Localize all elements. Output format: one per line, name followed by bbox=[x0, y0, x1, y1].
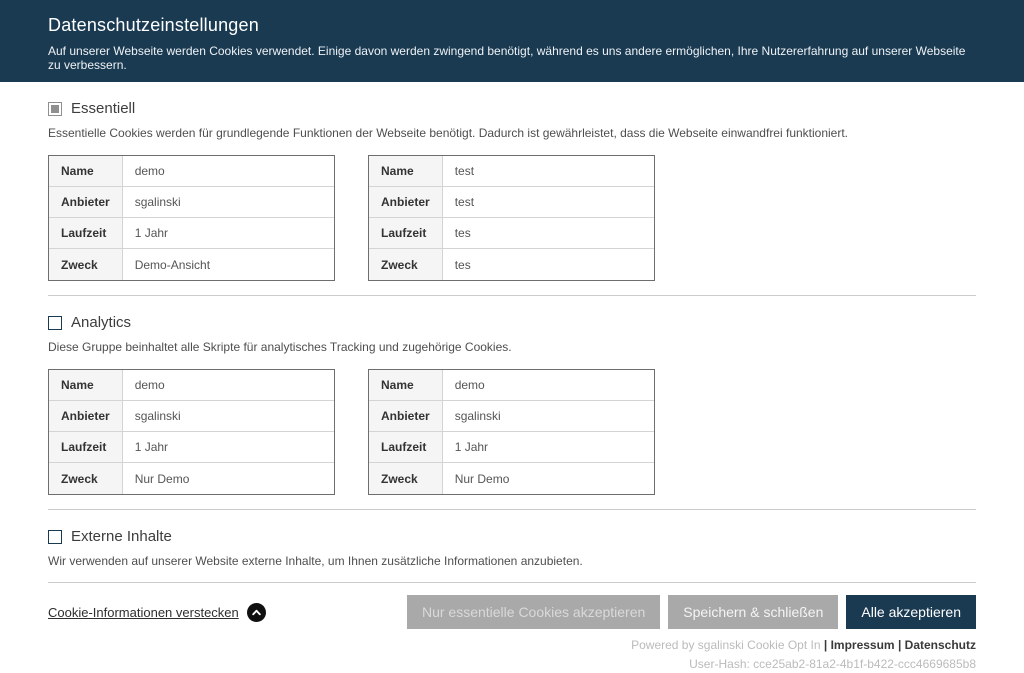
external-content-checkbox[interactable] bbox=[48, 530, 62, 544]
table-value-cell: demo bbox=[123, 156, 334, 187]
actions-row: Cookie-Informationen verstecken Nur esse… bbox=[48, 595, 976, 629]
section-analytics-label: Analytics bbox=[71, 314, 131, 331]
separator: | bbox=[824, 638, 827, 652]
privacy-settings-banner: Datenschutzeinstellungen Auf unserer Web… bbox=[0, 0, 1024, 82]
table-row: Laufzeit 1 Jahr bbox=[49, 218, 334, 249]
section-external-label: Externe Inhalte bbox=[71, 528, 172, 545]
table-value-cell: test bbox=[443, 156, 654, 187]
table-header-cell: Name bbox=[49, 370, 123, 401]
table-row: Laufzeit 1 Jahr bbox=[369, 432, 654, 463]
table-header-cell: Anbieter bbox=[49, 187, 123, 218]
table-header-cell: Zweck bbox=[369, 463, 443, 494]
table-row: Name demo bbox=[369, 370, 654, 401]
table-value-cell: 1 Jahr bbox=[123, 218, 334, 249]
table-header-cell: Anbieter bbox=[49, 401, 123, 432]
powered-by-text: Powered by sgalinski Cookie Opt In bbox=[631, 638, 820, 652]
table-value-cell: demo bbox=[443, 370, 654, 401]
table-value-cell: Nur Demo bbox=[443, 463, 654, 494]
cookie-table: Name demo Anbieter sgalinski Laufzeit 1 … bbox=[48, 155, 335, 281]
table-value-cell: test bbox=[443, 187, 654, 218]
separator: | bbox=[898, 638, 901, 652]
accept-all-button[interactable]: Alle akzeptieren bbox=[846, 595, 976, 629]
table-header-cell: Name bbox=[369, 370, 443, 401]
table-header-cell: Laufzeit bbox=[369, 218, 443, 249]
table-row: Zweck tes bbox=[369, 249, 654, 280]
section-essential: Essentiell Essentielle Cookies werden fü… bbox=[48, 100, 976, 281]
section-analytics-description: Diese Gruppe beinhaltet alle Skripte für… bbox=[48, 340, 976, 354]
footer-meta: Powered by sgalinski Cookie Opt In | Imp… bbox=[48, 638, 976, 672]
analytics-cookie-tables: Name demo Anbieter sgalinski Laufzeit 1 … bbox=[48, 369, 976, 495]
chevron-up-icon[interactable] bbox=[247, 603, 266, 622]
table-row: Anbieter test bbox=[369, 187, 654, 218]
table-row: Laufzeit tes bbox=[369, 218, 654, 249]
checkbox-fill-icon bbox=[51, 105, 59, 113]
table-value-cell: tes bbox=[443, 249, 654, 280]
table-header-cell: Name bbox=[369, 156, 443, 187]
main-content: Essentiell Essentielle Cookies werden fü… bbox=[0, 100, 1024, 672]
table-value-cell: 1 Jahr bbox=[443, 432, 654, 463]
table-row: Name test bbox=[369, 156, 654, 187]
table-row: Zweck Demo-Ansicht bbox=[49, 249, 334, 280]
table-value-cell: tes bbox=[443, 218, 654, 249]
section-analytics: Analytics Diese Gruppe beinhaltet alle S… bbox=[48, 314, 976, 495]
table-header-cell: Zweck bbox=[369, 249, 443, 280]
section-external-content: Externe Inhalte Wir verwenden auf unsere… bbox=[48, 528, 976, 568]
table-row: Anbieter sgalinski bbox=[49, 187, 334, 218]
analytics-checkbox[interactable] bbox=[48, 316, 62, 330]
table-header-cell: Laufzeit bbox=[49, 432, 123, 463]
section-external-description: Wir verwenden auf unserer Website extern… bbox=[48, 554, 976, 568]
cookie-table: Name demo Anbieter sgalinski Laufzeit 1 … bbox=[368, 369, 655, 495]
datenschutz-link[interactable]: Datenschutz bbox=[905, 638, 976, 652]
accept-essential-button[interactable]: Nur essentielle Cookies akzeptieren bbox=[407, 595, 660, 629]
table-row: Anbieter sgalinski bbox=[49, 401, 334, 432]
section-essential-label: Essentiell bbox=[71, 100, 135, 117]
table-value-cell: Demo-Ansicht bbox=[123, 249, 334, 280]
banner-description: Auf unserer Webseite werden Cookies verw… bbox=[48, 44, 976, 72]
section-essential-description: Essentielle Cookies werden für grundlege… bbox=[48, 126, 976, 140]
impressum-link[interactable]: Impressum bbox=[831, 638, 895, 652]
table-value-cell: Nur Demo bbox=[123, 463, 334, 494]
table-header-cell: Name bbox=[49, 156, 123, 187]
user-hash-text: User-Hash: cce25ab2-81a2-4b1f-b422-ccc46… bbox=[48, 657, 976, 673]
hide-cookie-info-link[interactable]: Cookie-Informationen verstecken bbox=[48, 603, 266, 622]
section-divider bbox=[48, 509, 976, 510]
table-row: Zweck Nur Demo bbox=[369, 463, 654, 494]
section-divider bbox=[48, 295, 976, 296]
table-header-cell: Zweck bbox=[49, 249, 123, 280]
section-analytics-header: Analytics bbox=[48, 314, 976, 331]
page-title: Datenschutzeinstellungen bbox=[48, 15, 976, 36]
table-row: Name demo bbox=[49, 156, 334, 187]
cookie-table: Name demo Anbieter sgalinski Laufzeit 1 … bbox=[48, 369, 335, 495]
table-header-cell: Anbieter bbox=[369, 187, 443, 218]
cookie-table: Name test Anbieter test Laufzeit tes Zwe… bbox=[368, 155, 655, 281]
table-value-cell: sgalinski bbox=[123, 187, 334, 218]
table-row: Zweck Nur Demo bbox=[49, 463, 334, 494]
table-row: Laufzeit 1 Jahr bbox=[49, 432, 334, 463]
table-row: Anbieter sgalinski bbox=[369, 401, 654, 432]
powered-by-line: Powered by sgalinski Cookie Opt In | Imp… bbox=[48, 638, 976, 654]
consent-buttons: Nur essentielle Cookies akzeptieren Spei… bbox=[407, 595, 976, 629]
essential-checkbox bbox=[48, 102, 62, 116]
table-value-cell: sgalinski bbox=[123, 401, 334, 432]
table-header-cell: Zweck bbox=[49, 463, 123, 494]
essential-cookie-tables: Name demo Anbieter sgalinski Laufzeit 1 … bbox=[48, 155, 976, 281]
table-header-cell: Anbieter bbox=[369, 401, 443, 432]
save-and-close-button[interactable]: Speichern & schließen bbox=[668, 595, 838, 629]
table-value-cell: 1 Jahr bbox=[123, 432, 334, 463]
section-essential-header: Essentiell bbox=[48, 100, 976, 117]
table-header-cell: Laufzeit bbox=[49, 218, 123, 249]
table-value-cell: sgalinski bbox=[443, 401, 654, 432]
section-external-header: Externe Inhalte bbox=[48, 528, 976, 545]
table-row: Name demo bbox=[49, 370, 334, 401]
hide-cookie-info-label: Cookie-Informationen verstecken bbox=[48, 605, 239, 620]
actions-divider bbox=[48, 582, 976, 583]
table-value-cell: demo bbox=[123, 370, 334, 401]
table-header-cell: Laufzeit bbox=[369, 432, 443, 463]
